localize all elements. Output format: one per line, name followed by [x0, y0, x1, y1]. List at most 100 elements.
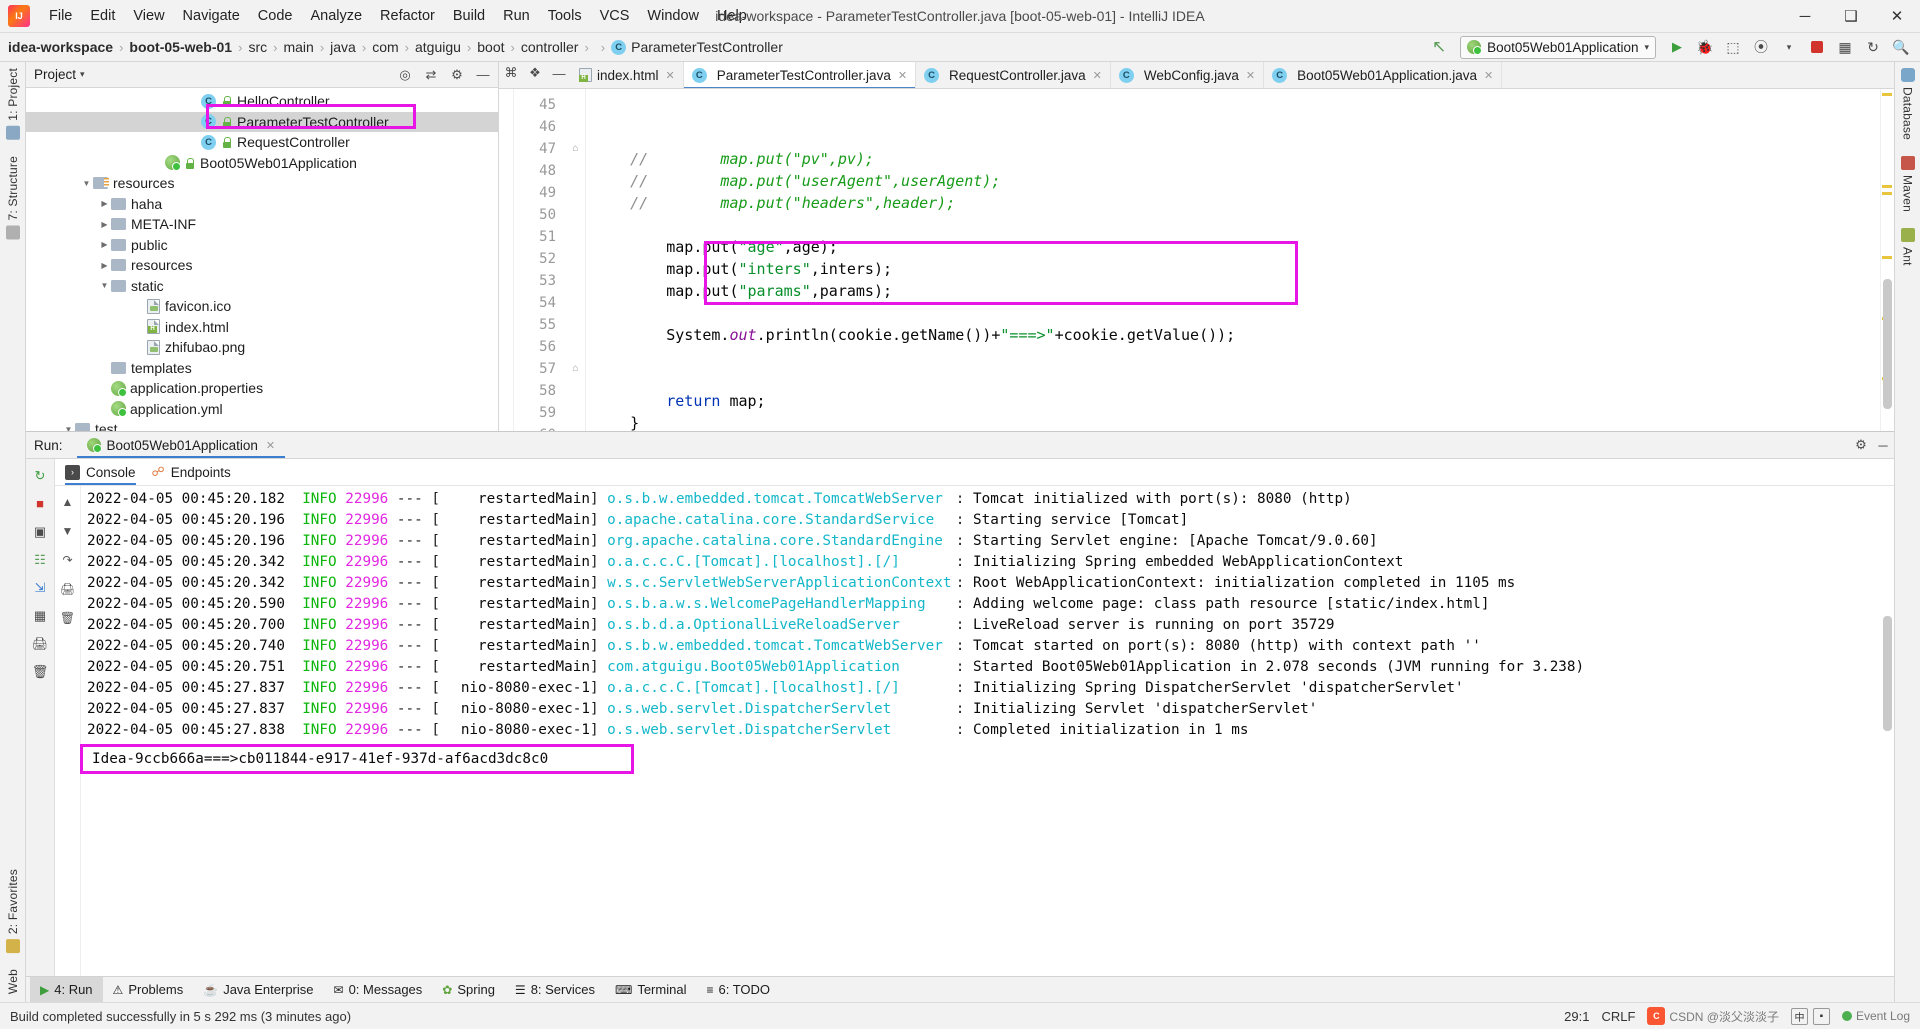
console-output[interactable]: 2022-04-05 00:45:20.182 INFO 22996 --- [… — [81, 486, 1881, 976]
toolwindow-button-6-todo[interactable]: ≡6: TODO — [696, 977, 780, 1002]
menu-item-vcs[interactable]: VCS — [591, 4, 639, 28]
toolwindow-button-0-messages[interactable]: ✉0: Messages — [324, 977, 433, 1002]
code-fold-icon[interactable]: ⌂ — [566, 138, 585, 160]
menu-item-window[interactable]: Window — [638, 4, 708, 28]
tree-collapsed-icon[interactable]: ▶ — [98, 261, 111, 270]
close-icon[interactable]: ✕ — [266, 439, 275, 452]
close-icon[interactable]: ✕ — [1484, 69, 1493, 82]
editor-tab-boot05web01application-java[interactable]: CBoot05Web01Application.java✕ — [1264, 62, 1502, 88]
editor-tab-webconfig-java[interactable]: CWebConfig.java✕ — [1111, 62, 1264, 88]
menu-item-refactor[interactable]: Refactor — [371, 4, 444, 28]
tree-item-static[interactable]: ▼static — [26, 276, 498, 297]
debug-icon[interactable]: 🐞 — [1692, 35, 1718, 59]
editor-collapse-icon[interactable]: ⌘ — [499, 62, 523, 84]
close-button[interactable]: ✕ — [1874, 0, 1920, 33]
locate-target-icon[interactable]: ◎ — [394, 64, 416, 86]
tree-item-application-yml[interactable]: application.yml — [26, 399, 498, 420]
sidebar-item-web[interactable]: Web — [6, 969, 20, 994]
maximize-button[interactable]: ❑ — [1828, 0, 1874, 33]
sidebar-item-favorites[interactable]: 2: Favorites — [6, 869, 20, 953]
line-separator[interactable]: CRLF — [1601, 1009, 1635, 1024]
camera-icon[interactable]: ▣ — [32, 523, 49, 540]
close-icon[interactable]: ✕ — [1093, 69, 1102, 82]
breadcrumb-item-controller[interactable]: controller — [521, 39, 579, 55]
tree-expanded-icon[interactable]: ▼ — [62, 425, 75, 431]
stop-button[interactable] — [1804, 35, 1830, 59]
sidebar-item-structure[interactable]: 7: Structure — [6, 156, 20, 239]
scroll-up-icon[interactable]: ▲ — [60, 494, 76, 510]
tab-console[interactable]: › Console — [65, 459, 136, 485]
tree-item-requestcontroller[interactable]: CRequestController — [26, 132, 498, 153]
toolwindow-button-java-enterprise[interactable]: ☕Java Enterprise — [193, 977, 323, 1002]
ime-indicator[interactable]: 中 ▪ — [1791, 1008, 1830, 1025]
run-button[interactable]: ▶ — [1664, 35, 1690, 59]
code-editor[interactable]: 45464748495051525354555657585960 ⌂⌂ // m… — [499, 89, 1894, 431]
project-chevron-down-icon[interactable]: ▾ — [80, 69, 85, 80]
menu-item-build[interactable]: Build — [444, 4, 494, 28]
tree-item-public[interactable]: ▶public — [26, 235, 498, 256]
code-fold-icon[interactable]: ⌂ — [566, 358, 585, 380]
tree-item-test[interactable]: ▼test — [26, 419, 498, 431]
breadcrumb-item-main[interactable]: main — [283, 39, 313, 55]
breadcrumb-item-boot-05-web-01[interactable]: boot-05-web-01 — [129, 39, 232, 55]
menu-item-navigate[interactable]: Navigate — [174, 4, 249, 28]
editor-hide-icon[interactable]: — — [547, 62, 571, 84]
profile-icon[interactable]: ⦿ — [1748, 35, 1774, 59]
tree-item-meta-inf[interactable]: ▶META-INF — [26, 214, 498, 235]
minimize-button[interactable]: ─ — [1782, 0, 1828, 33]
toolwindow-button-problems[interactable]: ⚠Problems — [103, 977, 194, 1002]
editor-tab-index-html[interactable]: index.html✕ — [571, 62, 684, 88]
run-configuration-selector[interactable]: Boot05Web01Application ▾ — [1460, 36, 1656, 59]
trash-icon[interactable]: 🗑 — [60, 610, 76, 626]
toolwindow-button-terminal[interactable]: ⌨Terminal — [605, 977, 696, 1002]
breadcrumb-item-atguigu[interactable]: atguigu — [415, 39, 461, 55]
back-arrow-icon[interactable]: ↖ — [1426, 35, 1452, 59]
gear-icon[interactable]: ⚙ — [1850, 434, 1872, 456]
console-scrollbar[interactable] — [1881, 486, 1894, 976]
editor-pin-icon[interactable]: ❖ — [523, 62, 547, 84]
tree-item-haha[interactable]: ▶haha — [26, 194, 498, 215]
soft-wrap-icon[interactable]: ↷ — [60, 552, 76, 568]
stop-icon[interactable]: ■ — [32, 495, 49, 512]
tree-collapsed-icon[interactable]: ▶ — [98, 220, 111, 229]
tree-item-resources[interactable]: ▶resources — [26, 255, 498, 276]
close-icon[interactable]: ✕ — [898, 69, 907, 82]
breadcrumb-item-src[interactable]: src — [248, 39, 267, 55]
gear-icon[interactable]: ⚙ — [446, 64, 468, 86]
layout-icon[interactable]: ▦ — [1832, 35, 1858, 59]
tree-collapsed-icon[interactable]: ▶ — [98, 199, 111, 208]
run-tab-application[interactable]: Boot05Web01Application ✕ — [77, 432, 286, 458]
project-tree[interactable]: CHelloControllerCParameterTestController… — [26, 88, 498, 431]
editor-tab-parametertestcontroller-java[interactable]: CParameterTestController.java✕ — [684, 62, 916, 88]
console-scroll-thumb[interactable] — [1883, 616, 1892, 731]
breadcrumb-item-java[interactable]: java — [330, 39, 356, 55]
grid-icon[interactable]: ▦ — [32, 607, 49, 624]
close-icon[interactable]: ✕ — [666, 69, 675, 82]
editor-scroll-thumb[interactable] — [1883, 279, 1892, 409]
thread-dump-icon[interactable]: ☷ — [32, 551, 49, 568]
sidebar-item-project[interactable]: 1: Project — [6, 68, 20, 140]
export-icon[interactable]: ⇲ — [32, 579, 49, 596]
breadcrumb-item-boot[interactable]: boot — [477, 39, 504, 55]
tree-item-application-properties[interactable]: application.properties — [26, 378, 498, 399]
code-content[interactable]: // map.put("pv",pv); // map.put("userAge… — [586, 89, 1880, 431]
tree-item-templates[interactable]: templates — [26, 358, 498, 379]
breadcrumb-item-com[interactable]: com — [372, 39, 398, 55]
menu-item-tools[interactable]: Tools — [539, 4, 591, 28]
editor-scrollbar[interactable] — [1880, 89, 1894, 431]
editor-tab-requestcontroller-java[interactable]: CRequestController.java✕ — [916, 62, 1111, 88]
close-icon[interactable]: ✕ — [1246, 69, 1255, 82]
collapse-all-icon[interactable]: ⇄ — [420, 64, 442, 86]
code-folding-column[interactable]: ⌂⌂ — [566, 89, 586, 431]
tab-endpoints[interactable]: ☍ Endpoints — [152, 459, 231, 485]
tree-item-index-html[interactable]: index.html — [26, 317, 498, 338]
print-icon[interactable]: 🖨 — [60, 581, 76, 597]
tree-item-resources[interactable]: ▼resources — [26, 173, 498, 194]
tree-collapsed-icon[interactable]: ▶ — [98, 240, 111, 249]
caret-position[interactable]: 29:1 — [1564, 1009, 1589, 1024]
toolwindow-button-4-run[interactable]: ▶4: Run — [30, 977, 103, 1002]
tree-item-boot05web01application[interactable]: Boot05Web01Application — [26, 153, 498, 174]
trash-icon[interactable]: 🗑 — [32, 663, 49, 680]
menu-item-help[interactable]: Help — [708, 4, 756, 28]
sidebar-item-maven[interactable]: Maven — [1901, 156, 1915, 212]
